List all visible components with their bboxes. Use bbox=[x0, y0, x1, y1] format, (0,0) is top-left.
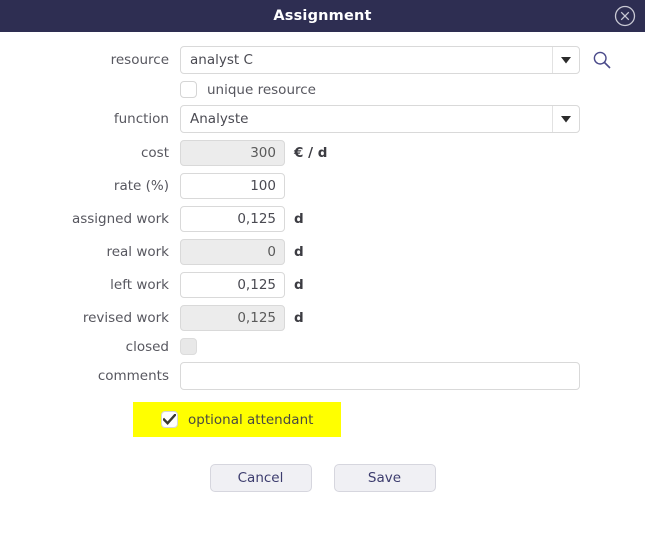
label-function: function bbox=[0, 111, 180, 127]
optional-attendant-checkbox[interactable] bbox=[161, 411, 178, 428]
comments-input[interactable] bbox=[180, 362, 580, 390]
function-select[interactable]: Analyste bbox=[180, 105, 580, 133]
dialog-actions: Cancel Save bbox=[0, 464, 645, 492]
left-work-input[interactable] bbox=[180, 272, 285, 298]
label-closed: closed bbox=[0, 339, 180, 355]
row-function: function Analyste bbox=[0, 105, 645, 133]
resource-select-value: analyst C bbox=[181, 52, 552, 68]
optional-attendant-label: optional attendant bbox=[188, 412, 313, 428]
row-closed: closed bbox=[0, 338, 645, 355]
assignment-form: resource analyst C bbox=[0, 32, 645, 492]
label-revised-work: revised work bbox=[0, 310, 180, 326]
rate-input[interactable] bbox=[180, 173, 285, 199]
unique-resource-checkbox[interactable] bbox=[180, 81, 197, 98]
label-real-work: real work bbox=[0, 244, 180, 260]
cost-unit: € / d bbox=[294, 145, 327, 161]
assigned-work-input[interactable] bbox=[180, 206, 285, 232]
cost-input[interactable] bbox=[180, 140, 285, 166]
assignment-dialog: Assignment resource analyst C bbox=[0, 0, 645, 540]
row-real-work: real work d bbox=[0, 239, 645, 265]
row-resource: resource analyst C bbox=[0, 46, 645, 74]
row-comments: comments bbox=[0, 362, 645, 390]
label-resource: resource bbox=[0, 52, 180, 68]
optional-attendant-highlight: optional attendant bbox=[133, 402, 341, 437]
row-unique-resource: unique resource bbox=[0, 81, 645, 98]
resource-select[interactable]: analyst C bbox=[180, 46, 580, 74]
unique-resource-label: unique resource bbox=[207, 82, 316, 98]
row-left-work: left work d bbox=[0, 272, 645, 298]
chevron-down-icon[interactable] bbox=[552, 106, 579, 132]
close-icon[interactable] bbox=[613, 4, 637, 28]
magnifier-icon[interactable] bbox=[591, 49, 613, 71]
row-optional-attendant: optional attendant bbox=[0, 402, 645, 437]
row-rate: rate (%) bbox=[0, 173, 645, 199]
dialog-titlebar: Assignment bbox=[0, 0, 645, 32]
row-cost: cost € / d bbox=[0, 140, 645, 166]
row-revised-work: revised work d bbox=[0, 305, 645, 331]
label-left-work: left work bbox=[0, 277, 180, 293]
assigned-work-unit: d bbox=[294, 211, 304, 227]
function-select-value: Analyste bbox=[181, 111, 552, 127]
row-assigned-work: assigned work d bbox=[0, 206, 645, 232]
save-button[interactable]: Save bbox=[334, 464, 436, 492]
cancel-button[interactable]: Cancel bbox=[210, 464, 312, 492]
closed-checkbox bbox=[180, 338, 197, 355]
real-work-input[interactable] bbox=[180, 239, 285, 265]
label-cost: cost bbox=[0, 145, 180, 161]
label-rate: rate (%) bbox=[0, 178, 180, 194]
revised-work-input[interactable] bbox=[180, 305, 285, 331]
left-work-unit: d bbox=[294, 277, 304, 293]
label-assigned-work: assigned work bbox=[0, 211, 180, 227]
label-comments: comments bbox=[0, 368, 180, 384]
dialog-title: Assignment bbox=[273, 8, 371, 24]
chevron-down-icon[interactable] bbox=[552, 47, 579, 73]
revised-work-unit: d bbox=[294, 310, 304, 326]
real-work-unit: d bbox=[294, 244, 304, 260]
